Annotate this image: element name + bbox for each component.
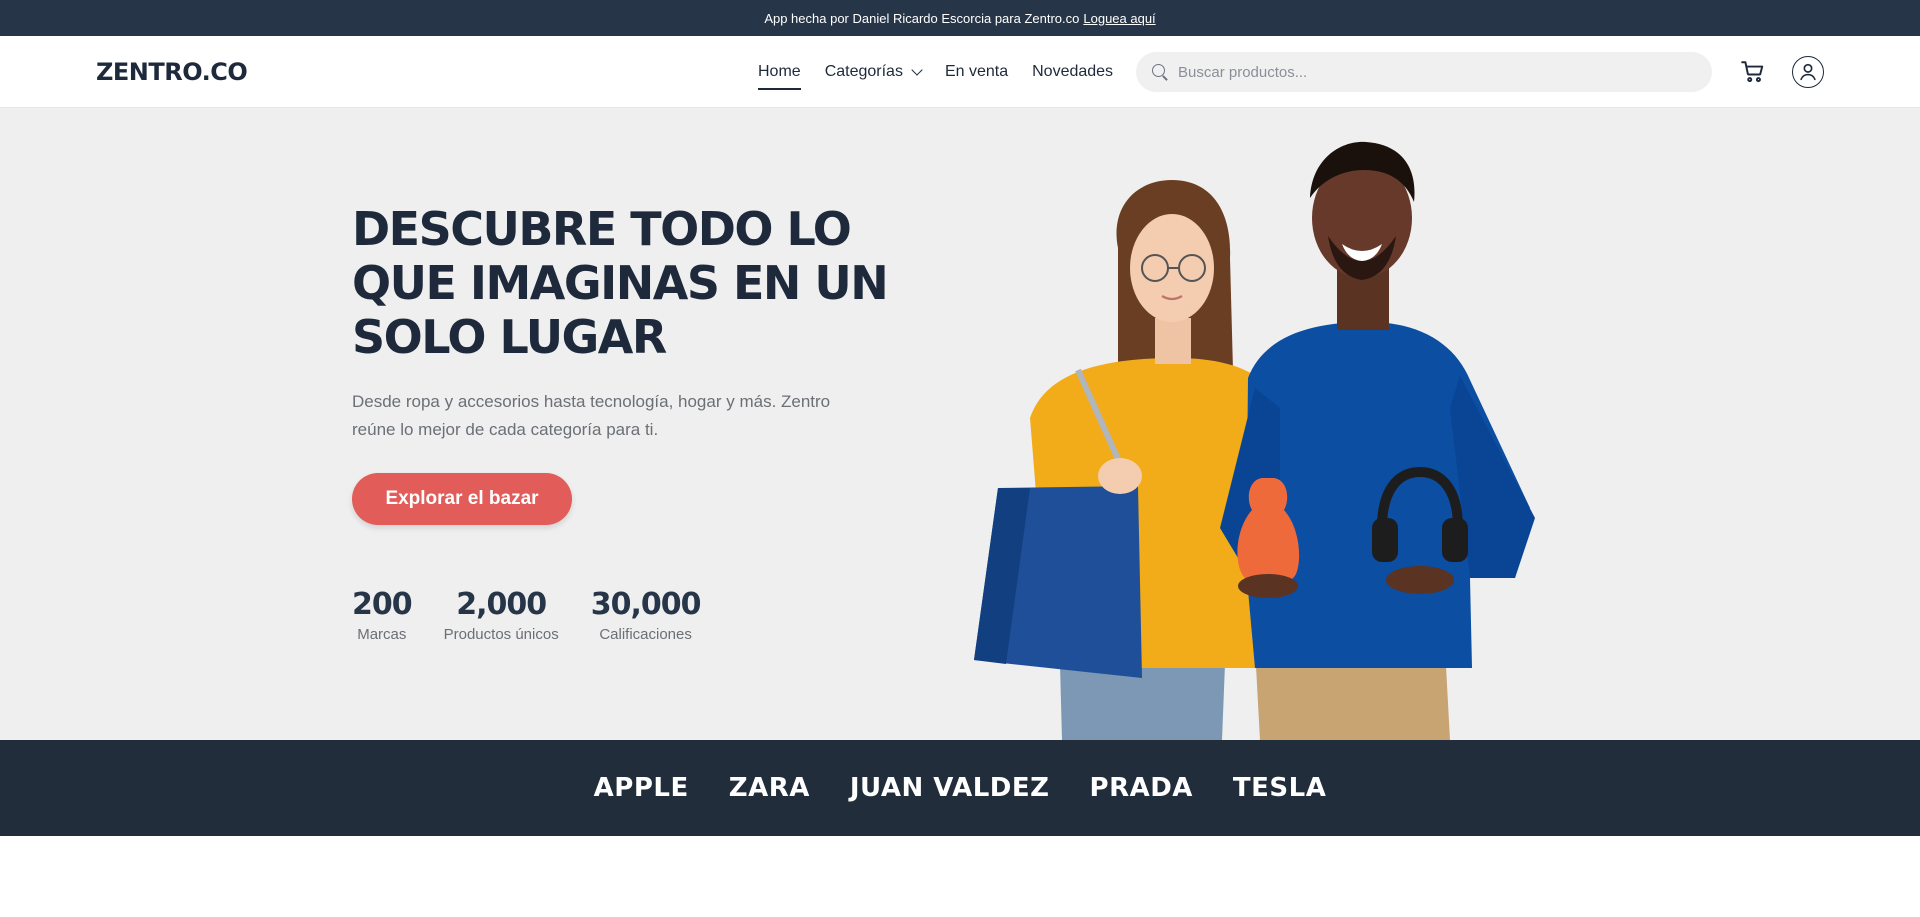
- stat-label: Productos únicos: [443, 626, 559, 643]
- nav-link-categorias-label: Categorías: [824, 63, 903, 80]
- hero-stats: 200 Marcas 2,000 Productos únicos 30,000…: [352, 587, 702, 644]
- search-input[interactable]: [1178, 63, 1698, 81]
- user-account-button[interactable]: [1792, 56, 1824, 88]
- main-navbar: ZENTRO.CO Home Categorías En venta Noved…: [0, 36, 1920, 108]
- nav-link-novedades[interactable]: Novedades: [1032, 36, 1113, 108]
- hero-title-line: SOLO LUGAR: [352, 310, 667, 364]
- nav-links: Home Categorías En venta Novedades: [758, 36, 1113, 108]
- nav-link-en-venta[interactable]: En venta: [945, 36, 1008, 108]
- announcement-bar: App hecha por Daniel Ricardo Escorcia pa…: [0, 0, 1920, 36]
- brand-logo: APPLE: [593, 773, 689, 803]
- stat-item: 30,000 Calificaciones: [590, 587, 702, 644]
- hero-description-line: reúne lo mejor de cada categoría para ti…: [352, 420, 659, 439]
- stat-item: 200 Marcas: [352, 587, 413, 644]
- hero-description: Desde ropa y accesorios hasta tecnología…: [352, 388, 872, 444]
- hero-title-line: DESCUBRE TODO LO: [352, 202, 852, 256]
- explore-bazaar-button[interactable]: Explorar el bazar: [352, 473, 572, 525]
- hero-description-line: Desde ropa y accesorios hasta tecnología…: [352, 392, 831, 411]
- chevron-down-icon: [911, 64, 923, 76]
- cart-icon: [1741, 61, 1764, 83]
- hero-title-line: QUE IMAGINAS EN UN: [352, 256, 889, 310]
- site-logo[interactable]: ZENTRO.CO: [96, 58, 248, 86]
- stat-value: 30,000: [590, 587, 702, 622]
- nav-link-home[interactable]: Home: [758, 36, 801, 108]
- stat-label: Calificaciones: [599, 626, 692, 643]
- brand-logo: PRADA: [1089, 773, 1193, 803]
- search-icon: [1152, 64, 1168, 80]
- stat-label: Marcas: [357, 626, 407, 643]
- login-link[interactable]: Loguea aquí: [1083, 11, 1155, 26]
- stat-item: 2,000 Productos únicos: [443, 587, 559, 644]
- search-bar: [1136, 52, 1712, 92]
- man-figure: [1220, 141, 1535, 740]
- stat-value: 2,000: [456, 587, 547, 622]
- cart-button[interactable]: [1740, 59, 1766, 85]
- hero-title: DESCUBRE TODO LO QUE IMAGINAS EN UN SOLO…: [352, 202, 912, 364]
- announcement-text: App hecha por Daniel Ricardo Escorcia pa…: [764, 10, 1080, 26]
- hero-section: DESCUBRE TODO LO QUE IMAGINAS EN UN SOLO…: [0, 108, 1920, 740]
- hero-people-image: [974, 141, 1535, 740]
- brand-logo: TESLA: [1232, 773, 1327, 803]
- user-icon: [1800, 63, 1816, 81]
- brands-strip: APPLE ZARA JUAN VALDEZ PRADA TESLA: [0, 740, 1920, 836]
- nav-link-categorias[interactable]: Categorías: [824, 36, 923, 108]
- brand-logo: JUAN VALDEZ: [849, 773, 1050, 803]
- stat-value: 200: [352, 587, 413, 622]
- brand-logo: ZARA: [728, 773, 810, 803]
